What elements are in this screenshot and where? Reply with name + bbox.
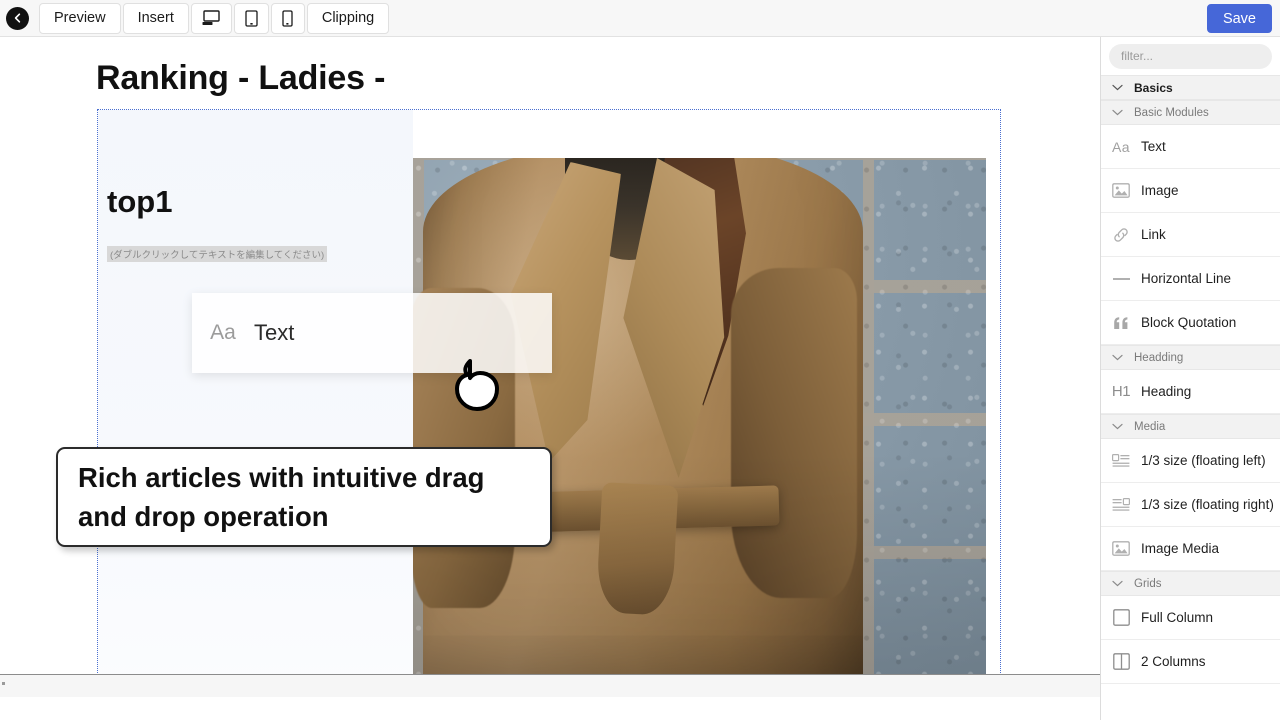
block-photo[interactable] <box>413 158 986 692</box>
module-image[interactable]: Image <box>1101 169 1280 213</box>
photo-belt-knot <box>595 482 679 616</box>
link-icon <box>1101 226 1141 244</box>
preview-button-label: Preview <box>54 10 106 26</box>
module-image-label: Image <box>1141 183 1179 198</box>
full-column-icon <box>1101 609 1141 626</box>
block-heading[interactable]: top1 <box>107 184 172 220</box>
group-header-headding-label: Headding <box>1134 351 1184 364</box>
group-header-headding[interactable]: Headding <box>1101 345 1280 370</box>
filter-row <box>1101 37 1280 75</box>
tablet-icon <box>245 9 258 27</box>
horizontal-line-icon <box>1101 277 1141 280</box>
group-header-grids-label: Grids <box>1134 577 1162 590</box>
module-link[interactable]: Link <box>1101 213 1280 257</box>
page-title: Ranking - Ladies - <box>96 59 386 97</box>
image-icon <box>1101 541 1141 556</box>
device-desktop-button[interactable] <box>190 2 232 34</box>
module-heading[interactable]: H1 Heading <box>1101 370 1280 414</box>
module-link-label: Link <box>1141 227 1166 242</box>
chevron-down-icon <box>1112 423 1134 430</box>
text-placeholder-hint[interactable]: (ダブルクリックしてテキストを編集してください) <box>107 246 328 262</box>
module-third-float-right-label: 1/3 size (floating right) <box>1141 497 1274 512</box>
chevron-down-icon <box>1112 354 1134 361</box>
module-block-quotation-label: Block Quotation <box>1141 315 1237 330</box>
arrow-left-icon <box>12 12 24 24</box>
text-aa-icon: Aa <box>1101 139 1141 155</box>
image-icon <box>1101 183 1141 198</box>
group-header-basics-label: Basics <box>1134 80 1173 95</box>
save-button[interactable]: Save <box>1206 4 1272 33</box>
module-third-float-left[interactable]: 1/3 size (floating left) <box>1101 439 1280 483</box>
module-horizontal-line[interactable]: Horizontal Line <box>1101 257 1280 301</box>
module-heading-label: Heading <box>1141 384 1192 399</box>
module-two-columns[interactable]: 2 Columns <box>1101 640 1280 684</box>
group-header-media-label: Media <box>1134 420 1166 433</box>
h1-icon: H1 <box>1101 383 1141 400</box>
h1-glyph: H1 <box>1111 383 1131 400</box>
text-aa-glyph: Aa <box>1111 138 1131 155</box>
canvas-bottom-bar <box>0 674 1100 697</box>
resize-handle[interactable] <box>2 682 5 685</box>
insert-button[interactable]: Insert <box>122 2 189 34</box>
editor-app: Preview Insert Clipping Save Ranking - L… <box>0 0 1280 720</box>
back-button[interactable] <box>6 6 29 30</box>
two-columns-icon <box>1101 653 1141 670</box>
module-full-column[interactable]: Full Column <box>1101 596 1280 640</box>
float-left-icon <box>1101 453 1141 468</box>
device-mobile-button[interactable] <box>270 2 305 34</box>
module-image-media-label: Image Media <box>1141 541 1220 556</box>
drag-ghost-label: Text <box>254 320 295 345</box>
desktop-icon <box>202 10 221 26</box>
modules-panel: Basics Basic Modules Aa Text Image <box>1100 37 1280 720</box>
annotation-callout: Rich articles with intuitive drag and dr… <box>56 447 552 547</box>
module-text[interactable]: Aa Text <box>1101 125 1280 169</box>
editor-canvas[interactable]: Ranking - Ladies - top1 (ダブルクリックしてテキストを編… <box>0 37 1100 697</box>
annotation-callout-text: Rich articles with intuitive drag and dr… <box>78 461 485 532</box>
chevron-down-icon <box>1112 109 1134 116</box>
chevron-down-icon <box>1112 84 1134 91</box>
photo-arm-right <box>731 268 857 598</box>
module-third-float-left-label: 1/3 size (floating left) <box>1141 453 1266 468</box>
module-image-media[interactable]: Image Media <box>1101 527 1280 571</box>
block-left-column[interactable]: top1 (ダブルクリックしてテキストを編集してください) <box>98 110 413 690</box>
group-header-basics[interactable]: Basics <box>1101 75 1280 100</box>
top-toolbar: Preview Insert Clipping Save <box>0 0 1280 37</box>
quote-icon <box>1101 316 1141 330</box>
save-button-label: Save <box>1222 10 1256 27</box>
module-text-label: Text <box>1141 139 1166 154</box>
float-right-icon <box>1101 497 1141 512</box>
selected-content-block[interactable]: top1 (ダブルクリックしてテキストを編集してください) <box>97 109 1001 692</box>
preview-button[interactable]: Preview <box>39 2 121 34</box>
drag-ghost-text-module[interactable]: Aa Text <box>192 293 552 373</box>
text-aa-icon: Aa <box>210 321 236 344</box>
clipping-button-label: Clipping <box>321 10 375 26</box>
device-tablet-button[interactable] <box>233 2 269 34</box>
module-horizontal-line-label: Horizontal Line <box>1141 271 1232 286</box>
chevron-down-icon <box>1112 580 1134 587</box>
group-header-grids[interactable]: Grids <box>1101 571 1280 596</box>
module-third-float-right[interactable]: 1/3 size (floating right) <box>1101 483 1280 527</box>
mobile-icon <box>282 9 293 27</box>
group-header-media[interactable]: Media <box>1101 414 1280 439</box>
group-header-basic-modules[interactable]: Basic Modules <box>1101 100 1280 125</box>
filter-input[interactable] <box>1109 43 1272 69</box>
group-header-basic-modules-label: Basic Modules <box>1134 106 1209 119</box>
module-two-columns-label: 2 Columns <box>1141 654 1206 669</box>
insert-button-label: Insert <box>137 10 174 26</box>
module-full-column-label: Full Column <box>1141 610 1214 625</box>
module-block-quotation[interactable]: Block Quotation <box>1101 301 1280 345</box>
clipping-button[interactable]: Clipping <box>306 2 390 34</box>
